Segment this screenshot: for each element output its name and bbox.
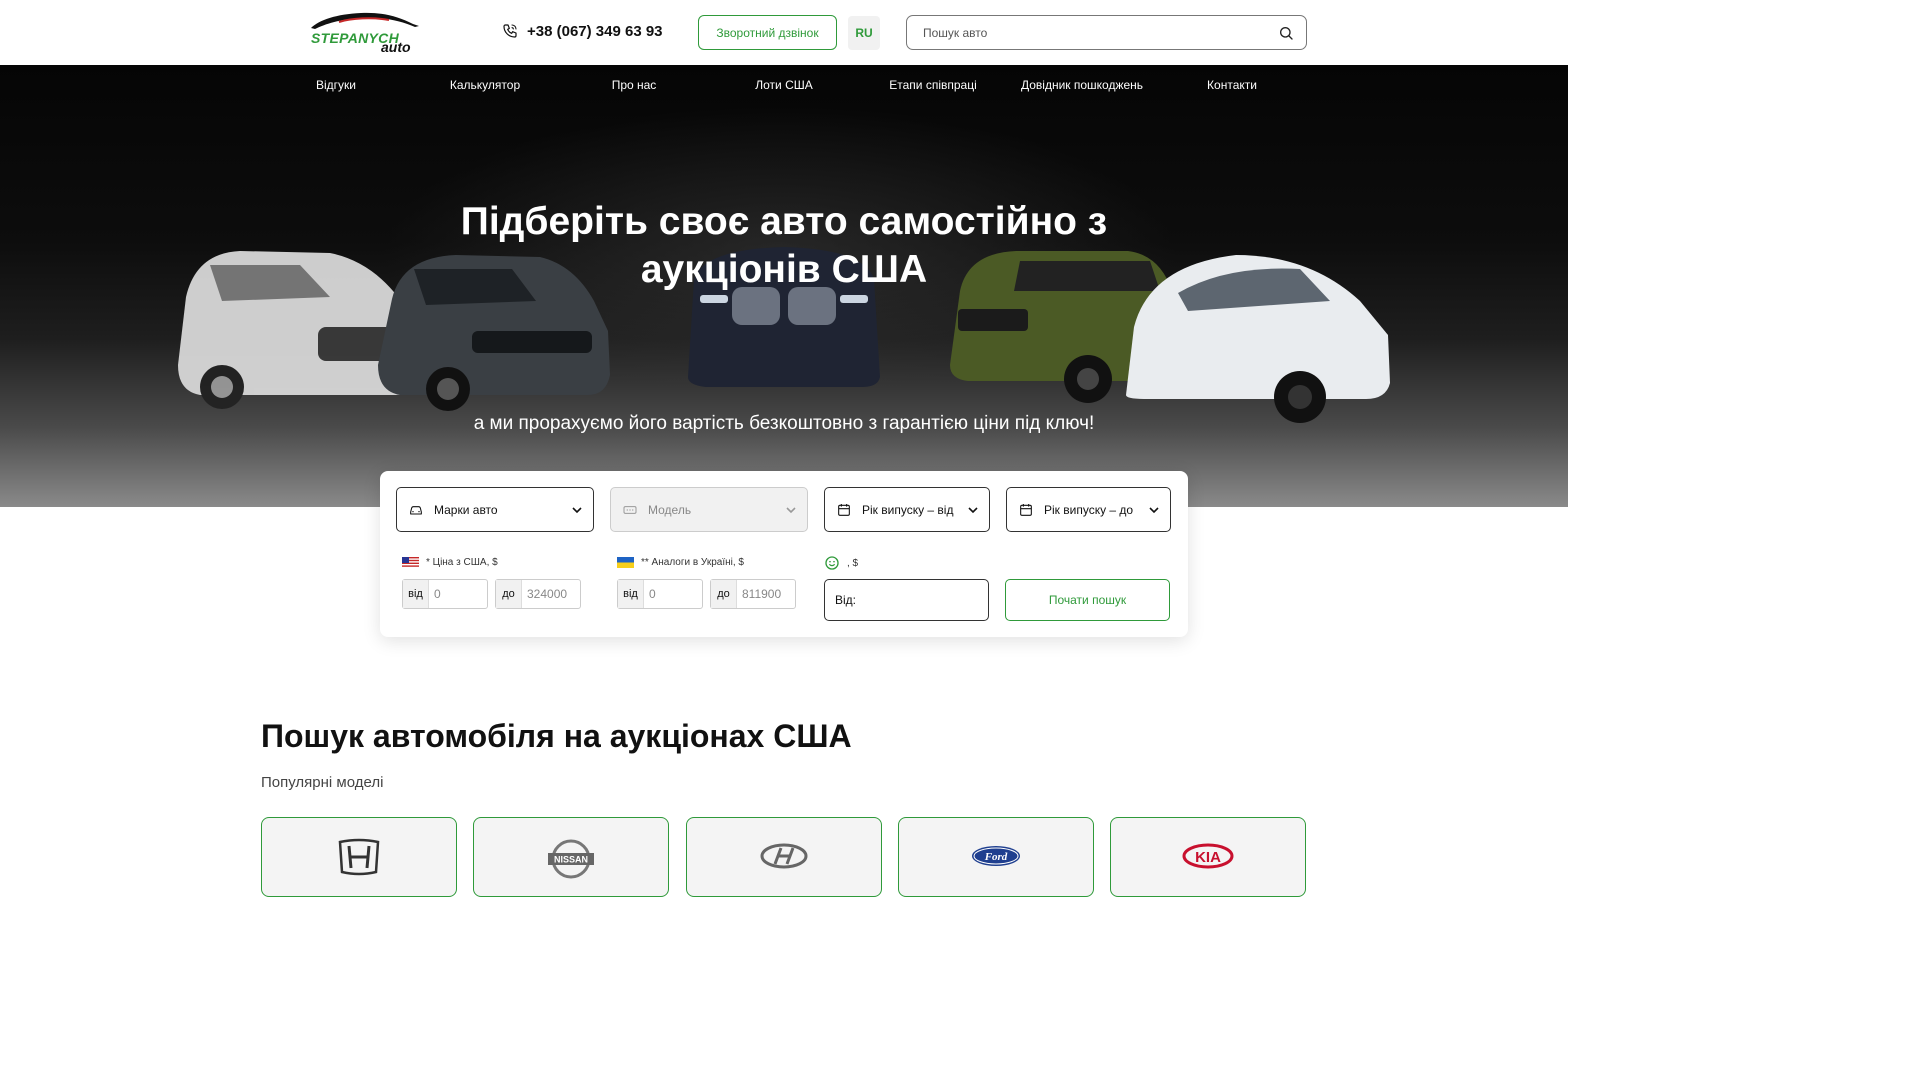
phone-link[interactable]: +38 (067) 349 63 93 xyxy=(502,20,663,42)
section-title: Пошук автомобіля на аукціонах США xyxy=(261,718,852,754)
callback-button[interactable]: Зворотний дзвінок xyxy=(698,15,837,50)
usa-price-to-input[interactable]: до 324000 xyxy=(495,579,581,609)
model-select-label: Модель xyxy=(648,502,692,517)
brand-card-honda[interactable] xyxy=(261,817,457,897)
ua-price-to-input[interactable]: до 811900 xyxy=(710,579,796,609)
brand-card-hyundai[interactable] xyxy=(686,817,882,897)
search-icon[interactable] xyxy=(1278,25,1294,41)
hero-banner: Відгуки Калькулятор Про нас Лоти США Ета… xyxy=(0,65,1568,507)
brand-select[interactable]: Марки авто xyxy=(396,487,594,532)
ua-from-value: 0 xyxy=(649,587,656,601)
usa-price-text: * Ціна з США, $ xyxy=(426,557,498,568)
ua-to-value: 811900 xyxy=(742,587,782,601)
language-switch-button[interactable]: RU xyxy=(848,16,880,50)
third-price-text: , $ xyxy=(847,557,859,569)
kia-logo-icon: KIA xyxy=(1182,843,1234,869)
ua-price-from-input[interactable]: від 0 xyxy=(617,579,703,609)
car-filter-panel: Марки авто Модель Рік випуску – від Рік … xyxy=(380,471,1188,637)
ua-price-label: ** Аналоги в Україні, $ xyxy=(617,557,744,568)
chevron-down-icon xyxy=(786,507,796,514)
brand-select-label: Марки авто xyxy=(434,502,498,517)
brand-card-kia[interactable]: KIA xyxy=(1110,817,1306,897)
nissan-logo-text: NISSAN xyxy=(554,855,588,865)
ford-logo-text: Ford xyxy=(984,851,1008,863)
chevron-down-icon xyxy=(1149,507,1159,514)
from-input[interactable]: Від: xyxy=(824,579,989,621)
logo[interactable]: STEPANYCH auto xyxy=(309,10,423,56)
calendar-icon xyxy=(838,503,850,516)
year-from-label: Рік випуску – від xyxy=(862,502,954,517)
usa-to-value: 324000 xyxy=(527,587,568,601)
brand-card-ford[interactable]: Ford xyxy=(898,817,1094,897)
logo-car-icon xyxy=(311,12,419,30)
hyundai-logo-icon xyxy=(760,843,808,869)
model-select[interactable]: Модель xyxy=(610,487,808,532)
car-white-tesla xyxy=(1126,255,1390,423)
third-price-label: , $ xyxy=(824,555,858,571)
year-to-label: Рік випуску – до xyxy=(1044,502,1134,517)
smile-icon xyxy=(825,556,839,570)
chevron-down-icon xyxy=(968,507,978,514)
usa-price-label: * Ціна з США, $ xyxy=(402,557,498,568)
ukraine-flag-icon xyxy=(617,557,634,568)
ua-price-text: ** Аналоги в Україні, $ xyxy=(641,557,744,568)
brand-card-nissan[interactable]: NISSAN xyxy=(473,817,669,897)
phone-icon xyxy=(503,24,517,38)
ua-from-prefix: від xyxy=(618,580,644,608)
year-to-select[interactable]: Рік випуску – до xyxy=(1006,487,1171,532)
site-header: STEPANYCH auto +38 (067) 349 63 93 Зворо… xyxy=(0,0,1568,65)
year-from-select[interactable]: Рік випуску – від xyxy=(824,487,990,532)
model-icon xyxy=(623,505,637,514)
usa-from-prefix: від xyxy=(403,580,429,608)
nissan-logo-icon: NISSAN xyxy=(548,839,594,879)
honda-logo-icon xyxy=(338,838,380,876)
chevron-down-icon xyxy=(572,507,582,514)
ua-to-prefix: до xyxy=(711,580,737,608)
logo-text-auto: auto xyxy=(381,39,411,55)
section-subtitle: Популярні моделі xyxy=(261,774,384,791)
site-search xyxy=(906,15,1307,50)
car-icon xyxy=(410,505,422,515)
phone-number: +38 (067) 349 63 93 xyxy=(527,22,663,40)
ford-logo-icon: Ford xyxy=(972,846,1020,866)
kia-logo-text: KIA xyxy=(1195,849,1221,866)
hero-subtitle: а ми прорахуємо його вартість безкоштовн… xyxy=(473,413,1095,434)
hero-title: Підберіть своє авто самостійно з аукціон… xyxy=(460,200,1108,291)
calendar-icon xyxy=(1020,503,1032,516)
usa-to-prefix: до xyxy=(496,580,522,608)
usa-flag-icon xyxy=(402,557,419,568)
usa-from-value: 0 xyxy=(434,587,441,601)
search-input[interactable] xyxy=(923,24,1263,42)
usa-price-from-input[interactable]: від 0 xyxy=(402,579,488,609)
start-search-button[interactable]: Почати пошук xyxy=(1005,579,1170,621)
